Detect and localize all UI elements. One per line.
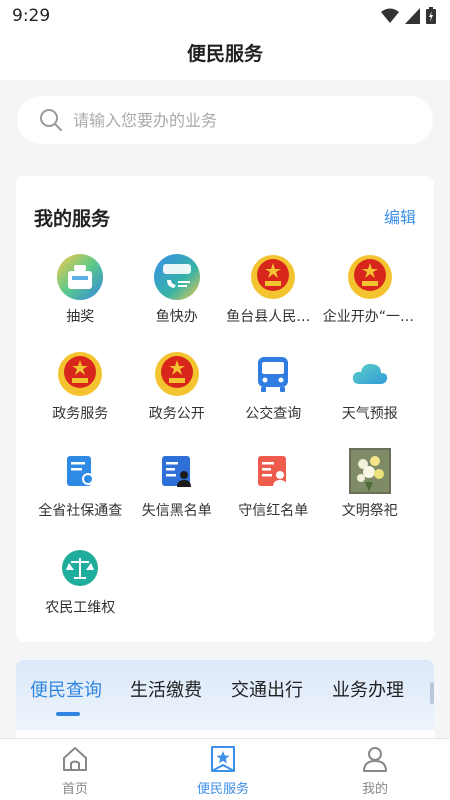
- service-item-bus-query[interactable]: 公交查询: [225, 351, 322, 448]
- signal-icon: [405, 7, 420, 28]
- service-label: 失信黑名单: [141, 503, 212, 519]
- tabs-overflow-indicator: [430, 682, 434, 704]
- service-item-social-security[interactable]: 全省社保通查: [32, 448, 129, 545]
- active-tab-indicator: [56, 712, 80, 716]
- search-area: [0, 80, 450, 146]
- service-grid: 抽奖 鱼快办 鱼台县人民政府 企业开办“一网 政务服务 政务公开 公交查询 天气…: [32, 254, 418, 642]
- service-star-icon: [210, 745, 236, 777]
- bus-icon: [250, 351, 296, 397]
- page-title: 便民服务: [186, 43, 263, 65]
- service-label: 政务服务: [52, 406, 109, 422]
- service-item-yukuaiban[interactable]: 鱼快办: [129, 254, 226, 351]
- service-item-civilized-memorial[interactable]: 文明祭祀: [322, 448, 419, 545]
- service-item-yutai-gov[interactable]: 鱼台县人民政府: [225, 254, 322, 351]
- service-item-gov-disclosure[interactable]: 政务公开: [129, 351, 226, 448]
- my-services-card: 我的服务 编辑 抽奖 鱼快办 鱼台县人民政府 企业开办“一网 政务服务 政务公开…: [16, 176, 434, 642]
- redlist-card-icon: [250, 448, 296, 494]
- status-icons: [381, 7, 436, 28]
- nav-item-mine[interactable]: 我的: [330, 745, 420, 797]
- service-item-redlist[interactable]: 守信红名单: [225, 448, 322, 545]
- service-item-weather[interactable]: 天气预报: [322, 351, 419, 448]
- cloud-icon: [347, 351, 393, 397]
- service-label: 鱼台县人民政府: [226, 309, 321, 325]
- service-label: 政务公开: [148, 406, 205, 422]
- nav-label-mine: 我的: [361, 782, 388, 797]
- service-label: 抽奖: [66, 309, 95, 325]
- national-emblem-icon: [250, 254, 296, 300]
- yukuaiban-logo-icon: [153, 254, 200, 300]
- lottery-gift-icon: [57, 254, 104, 300]
- service-item-gov-service[interactable]: 政务服务: [32, 351, 129, 448]
- service-label: 企业开办“一网通办”: [322, 309, 417, 325]
- search-icon: [39, 108, 63, 136]
- service-item-migrant-rights[interactable]: 农民工维权: [32, 545, 129, 642]
- tab-utility-payment[interactable]: 生活缴费: [130, 676, 202, 702]
- nav-item-home[interactable]: 首页: [30, 745, 120, 797]
- home-icon: [61, 745, 89, 777]
- national-emblem-icon: [347, 254, 393, 300]
- tab-transport[interactable]: 交通出行: [231, 676, 303, 702]
- tab-convenience-query[interactable]: 便民查询: [30, 676, 102, 702]
- status-bar: 9:29: [0, 0, 450, 32]
- bottom-nav: 首页 便民服务 我的: [0, 738, 450, 800]
- national-emblem-icon: [154, 351, 200, 397]
- service-label: 公交查询: [245, 406, 302, 422]
- app-header: 便民服务: [0, 32, 450, 80]
- nav-item-services[interactable]: 便民服务: [178, 745, 268, 797]
- edit-button[interactable]: 编辑: [384, 204, 416, 228]
- service-label: 全省社保通查: [38, 503, 123, 519]
- user-icon: [361, 745, 389, 777]
- nav-label-home: 首页: [61, 782, 88, 797]
- service-label: 天气预报: [341, 406, 398, 422]
- my-services-title: 我的服务: [34, 208, 111, 230]
- national-emblem-icon: [57, 351, 103, 397]
- search-box[interactable]: [17, 96, 433, 144]
- service-label: 鱼快办: [155, 309, 198, 325]
- service-item-lottery[interactable]: 抽奖: [32, 254, 129, 351]
- service-label: 守信红名单: [238, 503, 309, 519]
- blacklist-card-icon: [154, 448, 200, 494]
- nav-label-services: 便民服务: [196, 782, 249, 797]
- service-label: 文明祭祀: [341, 503, 398, 519]
- flowers-photo-icon: [347, 448, 393, 494]
- tab-business-handling[interactable]: 业务办理: [332, 676, 404, 702]
- service-item-blacklist[interactable]: 失信黑名单: [129, 448, 226, 545]
- service-label: 农民工维权: [45, 600, 116, 616]
- search-input[interactable]: [73, 96, 413, 144]
- battery-icon: [426, 7, 436, 28]
- service-item-business-startup[interactable]: 企业开办“一网通办”: [322, 254, 419, 351]
- document-badge-icon: [57, 448, 103, 494]
- status-time: 9:29: [12, 6, 51, 26]
- wifi-icon: [381, 8, 399, 28]
- category-tabs: 便民查询 生活缴费 交通出行 业务办理: [16, 660, 434, 732]
- scales-icon: [57, 545, 103, 591]
